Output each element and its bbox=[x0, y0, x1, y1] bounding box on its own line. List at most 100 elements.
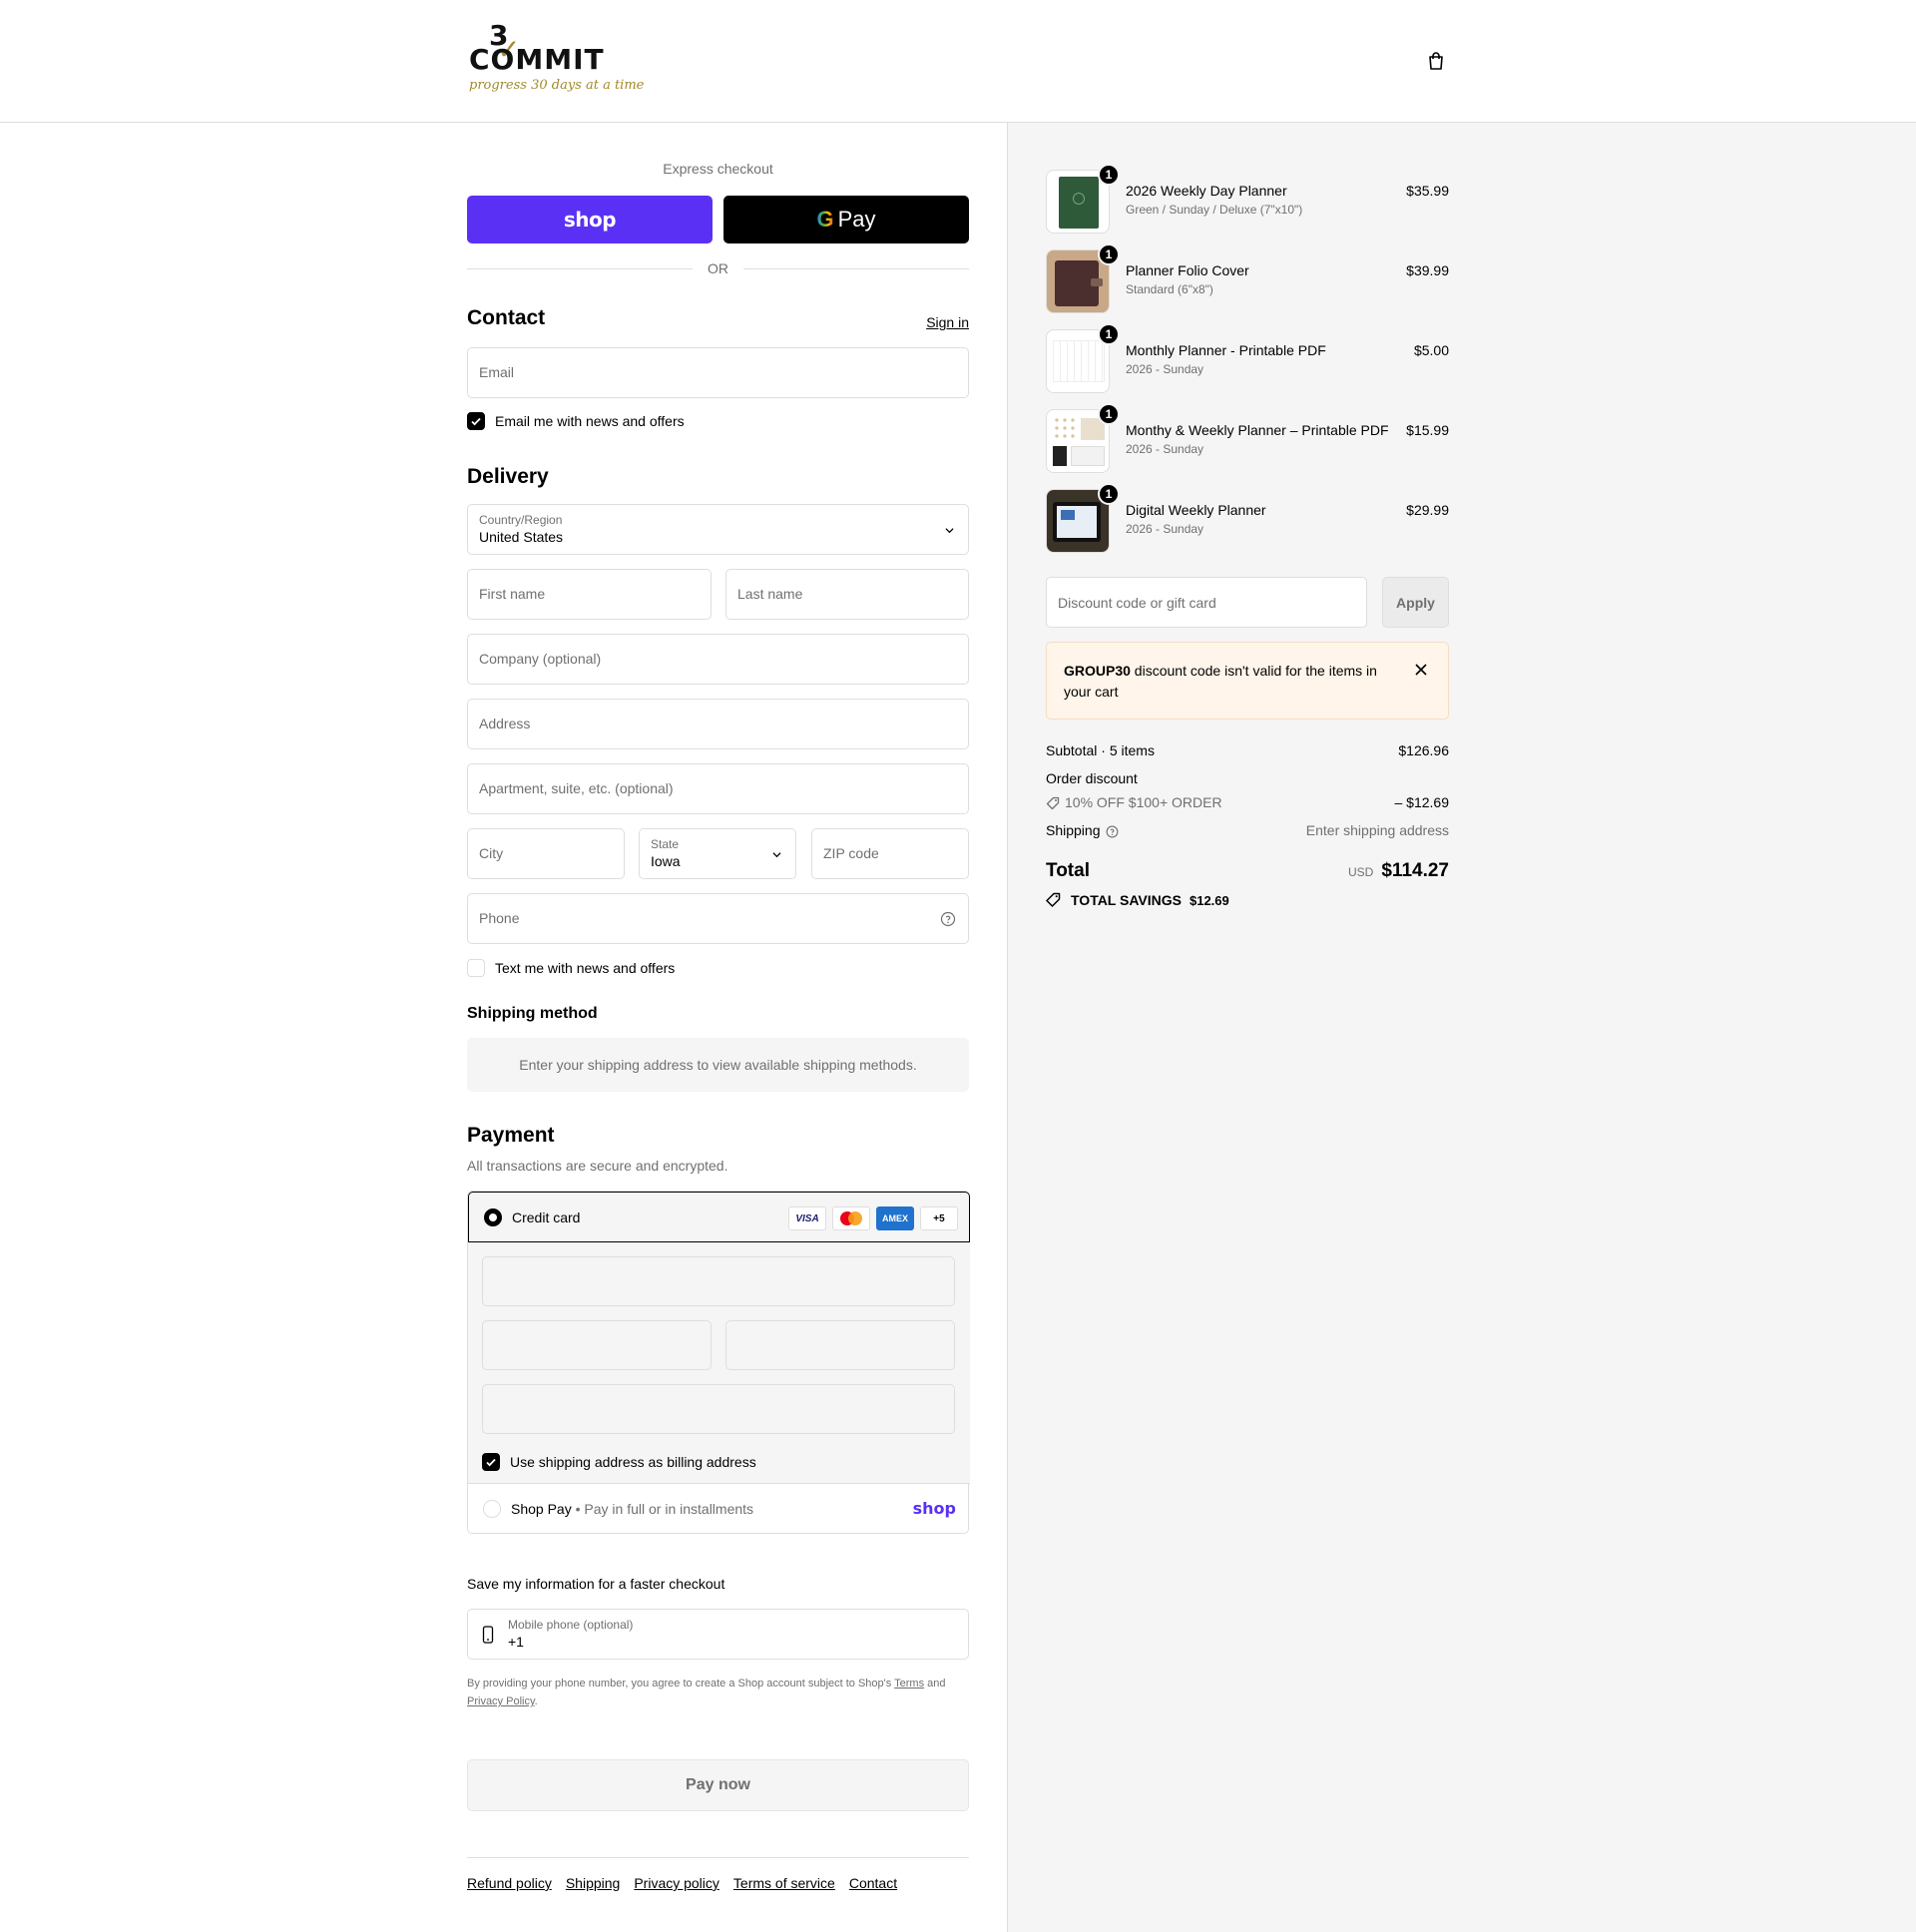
item-price: $15.99 bbox=[1406, 422, 1449, 438]
contact-heading: Contact bbox=[467, 306, 546, 329]
footer-links: Refund policy Shipping Privacy policy Te… bbox=[467, 1875, 897, 1891]
check-icon bbox=[486, 1458, 496, 1467]
item-price: $29.99 bbox=[1406, 502, 1449, 518]
contact-link[interactable]: Contact bbox=[849, 1875, 897, 1891]
card-number-field[interactable] bbox=[482, 1256, 955, 1306]
sign-in-link[interactable]: Sign in bbox=[926, 314, 969, 330]
savings-value: $12.69 bbox=[1189, 892, 1229, 908]
check-icon bbox=[471, 417, 481, 426]
state-select[interactable]: State Iowa bbox=[639, 828, 796, 879]
google-pay-button[interactable]: G Pay bbox=[723, 196, 969, 243]
privacy-link[interactable]: Privacy Policy bbox=[467, 1695, 535, 1707]
shopping-bag-icon[interactable] bbox=[1425, 50, 1447, 72]
pay-now-button[interactable]: Pay now bbox=[467, 1759, 969, 1811]
mobile-phone-field[interactable]: Mobile phone (optional) +1 bbox=[467, 1609, 969, 1660]
company-placeholder: Company (optional) bbox=[479, 651, 602, 667]
state-value: Iowa bbox=[651, 853, 681, 869]
refund-policy-link[interactable]: Refund policy bbox=[467, 1875, 552, 1891]
shipping-link[interactable]: Shipping bbox=[566, 1875, 621, 1891]
item-variant: 2026 - Sunday bbox=[1126, 522, 1204, 536]
item-price: $5.00 bbox=[1413, 342, 1449, 358]
item-variant: 2026 - Sunday bbox=[1126, 442, 1204, 456]
phone-placeholder: Phone bbox=[479, 910, 520, 926]
order-discount-row: Order discount bbox=[1046, 770, 1449, 786]
item-name: Digital Weekly Planner bbox=[1126, 502, 1266, 518]
shipping-method-heading: Shipping method bbox=[467, 1005, 598, 1022]
or-divider: OR bbox=[467, 260, 969, 276]
item-variant: Standard (6"x8") bbox=[1126, 282, 1213, 296]
card-name-field[interactable] bbox=[482, 1384, 955, 1434]
savings-tag-icon bbox=[1046, 892, 1061, 907]
country-select[interactable]: Country/Region United States bbox=[467, 504, 969, 555]
city-field[interactable]: City bbox=[467, 828, 625, 879]
company-field[interactable]: Company (optional) bbox=[467, 634, 969, 685]
phone-field[interactable]: Phone bbox=[467, 893, 969, 944]
apartment-field[interactable]: Apartment, suite, etc. (optional) bbox=[467, 763, 969, 814]
or-label: OR bbox=[708, 260, 728, 276]
quantity-badge: 1 bbox=[1098, 243, 1120, 265]
line-item: 1 Digital Weekly Planner 2026 - Sunday $… bbox=[1046, 483, 1449, 555]
card-expiry-field[interactable] bbox=[482, 1320, 712, 1370]
logo-word: COMMIT bbox=[469, 43, 605, 76]
address-field[interactable]: Address bbox=[467, 699, 969, 749]
apply-discount-button[interactable]: Apply bbox=[1382, 577, 1449, 628]
email-news-checkbox[interactable] bbox=[467, 412, 485, 430]
text-news-label: Text me with news and offers bbox=[495, 960, 676, 976]
payment-heading: Payment bbox=[467, 1124, 555, 1147]
total-currency: USD bbox=[1348, 865, 1374, 879]
terms-of-service-link[interactable]: Terms of service bbox=[733, 1875, 835, 1891]
payment-methods: Credit card VISA AMEX +5 Use shipping ad… bbox=[467, 1191, 970, 1534]
google-pay-label: Pay bbox=[837, 207, 876, 232]
shipping-value: Enter shipping address bbox=[1305, 822, 1449, 838]
discount-code-input[interactable]: Discount code or gift card bbox=[1046, 577, 1367, 628]
quantity-badge: 1 bbox=[1098, 323, 1120, 345]
shipping-row: Shipping Enter shipping address bbox=[1046, 822, 1449, 838]
credit-card-radio[interactable] bbox=[484, 1208, 502, 1226]
shop-pay-button[interactable]: shop bbox=[467, 196, 713, 243]
zip-field[interactable]: ZIP code bbox=[811, 828, 969, 879]
shop-logo: shop bbox=[912, 1499, 956, 1518]
address-placeholder: Address bbox=[479, 716, 531, 731]
credit-card-label: Credit card bbox=[512, 1209, 581, 1225]
delivery-heading: Delivery bbox=[467, 465, 549, 488]
savings-label: TOTAL SAVINGS bbox=[1071, 892, 1182, 908]
line-item: 1 Planner Folio Cover Standard (6"x8") $… bbox=[1046, 243, 1449, 315]
item-variant: 2026 - Sunday bbox=[1126, 362, 1204, 376]
close-icon[interactable] bbox=[1414, 663, 1428, 677]
credit-card-option[interactable]: Credit card VISA AMEX +5 bbox=[468, 1192, 970, 1242]
tag-icon bbox=[1046, 796, 1060, 810]
email-news-label: Email me with news and offers bbox=[495, 413, 685, 429]
text-news-checkbox[interactable] bbox=[467, 959, 485, 977]
item-variant: Green / Sunday / Deluxe (7"x10") bbox=[1126, 203, 1303, 217]
apartment-placeholder: Apartment, suite, etc. (optional) bbox=[479, 780, 674, 796]
email-field[interactable]: Email bbox=[467, 347, 969, 398]
card-form: Use shipping address as billing address bbox=[468, 1242, 970, 1484]
discount-error-code: GROUP30 bbox=[1064, 663, 1131, 679]
shop-pay-radio[interactable] bbox=[483, 1500, 501, 1518]
visa-icon: VISA bbox=[788, 1207, 826, 1230]
help-circle-icon[interactable] bbox=[940, 911, 956, 927]
item-name: 2026 Weekly Day Planner bbox=[1126, 183, 1287, 199]
first-name-field[interactable]: First name bbox=[467, 569, 712, 620]
privacy-policy-link[interactable]: Privacy policy bbox=[634, 1875, 719, 1891]
chevron-down-icon bbox=[945, 528, 954, 534]
billing-same-checkbox[interactable] bbox=[482, 1453, 500, 1471]
store-logo[interactable]: 3 ✓ COMMIT progress 30 days at a time bbox=[467, 22, 644, 100]
google-g-icon: G bbox=[816, 207, 834, 232]
discount-placeholder: Discount code or gift card bbox=[1058, 595, 1216, 611]
item-price: $35.99 bbox=[1406, 183, 1449, 199]
header: 3 ✓ COMMIT progress 30 days at a time bbox=[0, 0, 1916, 123]
card-cvc-field[interactable] bbox=[725, 1320, 955, 1370]
last-name-field[interactable]: Last name bbox=[725, 569, 969, 620]
last-name-placeholder: Last name bbox=[737, 586, 803, 602]
shipping-label: Shipping bbox=[1046, 822, 1101, 838]
terms-link[interactable]: Terms bbox=[894, 1678, 924, 1690]
mobile-phone-value: +1 bbox=[508, 1634, 524, 1650]
shop-pay-option[interactable]: Shop Pay • Pay in full or in installment… bbox=[468, 1484, 970, 1534]
legal-and: and bbox=[927, 1678, 946, 1690]
country-label: Country/Region bbox=[479, 513, 563, 527]
help-circle-icon[interactable] bbox=[1106, 825, 1119, 838]
mastercard-icon bbox=[832, 1207, 870, 1230]
total-savings-row: TOTAL SAVINGS $12.69 bbox=[1046, 892, 1449, 908]
order-discount-label: Order discount bbox=[1046, 770, 1138, 786]
